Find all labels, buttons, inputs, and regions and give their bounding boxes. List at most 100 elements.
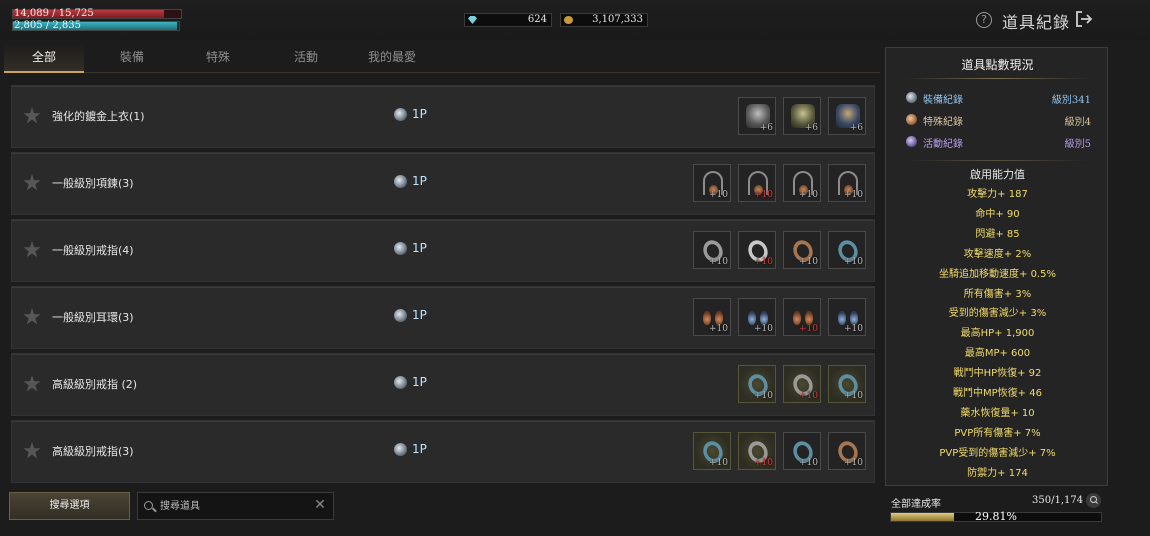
search-options-button[interactable]: 搜尋選項 [9, 492, 130, 520]
gem-currency: 624 [464, 13, 552, 27]
enchant-level: +10 [844, 458, 863, 468]
item-slot[interactable]: +10 [783, 365, 821, 403]
record-row[interactable]: 強化的鍍金上衣(1) 1P +6 +6 +6 [11, 85, 875, 148]
item-slot[interactable]: +10 [693, 298, 731, 336]
gem-icon [468, 16, 477, 24]
enchant-level: +10 [754, 458, 773, 468]
item-slot[interactable]: +10 [693, 164, 731, 202]
stat-line: PVP受到的傷害減少+ 7% [939, 447, 1056, 459]
enchant-level: +10 [709, 324, 728, 334]
gem-amount: 624 [527, 14, 547, 25]
record-points: 1P [412, 308, 427, 322]
enchant-level: +10 [754, 190, 773, 200]
category-tabs: 全部 裝備 特殊 活動 我的最愛 [4, 44, 880, 73]
search-box: ✕ [137, 492, 334, 520]
enchant-level: +10 [799, 257, 818, 267]
item-slot[interactable]: +10 [693, 432, 731, 470]
item-slot[interactable]: +10 [738, 164, 776, 202]
record-level: 級別4 [1064, 117, 1091, 128]
record-points: 1P [412, 174, 427, 188]
item-slot[interactable]: +10 [783, 298, 821, 336]
record-label: 活動紀錄 [923, 139, 963, 150]
tab-2[interactable]: 特殊 [178, 44, 258, 73]
enchant-level: +10 [799, 391, 818, 401]
panel-divider [906, 78, 1089, 79]
favorite-star-icon[interactable] [23, 442, 41, 459]
stat-line: 戰鬥中HP恢復+ 92 [953, 368, 1042, 380]
enchant-level: +10 [799, 324, 818, 334]
stat-line: 最高MP+ 600 [964, 348, 1031, 360]
enchant-level: +10 [754, 257, 773, 267]
item-slot[interactable]: +10 [828, 365, 866, 403]
hp-text: 14,089 / 15,725 [14, 8, 94, 19]
enchant-level: +10 [844, 190, 863, 200]
stat-line: 防禦力+ 174 [967, 467, 1028, 479]
item-slot[interactable]: +6 [828, 97, 866, 135]
favorite-star-icon[interactable] [23, 174, 41, 191]
item-slot[interactable]: +10 [828, 164, 866, 202]
record-summary-event: 活動紀錄 級別5 [906, 134, 1096, 150]
item-points-panel: 道具點數現況 裝備紀錄 級別341 特殊紀錄 級別4 活動紀錄 級別5 啟用能力值 攻擊力… [885, 47, 1108, 486]
tab-4[interactable]: 我的最愛 [352, 44, 432, 73]
point-icon [394, 175, 407, 188]
record-row[interactable]: 高級級別戒指(3) 1P +10 +10 +10 +10 [11, 420, 875, 483]
stat-line: 閃避+ 85 [975, 228, 1020, 240]
item-slot[interactable]: +10 [828, 231, 866, 269]
help-icon[interactable]: ? [976, 12, 992, 28]
record-points: 1P [412, 442, 427, 456]
stat-line: 攻擊速度+ 2% [963, 248, 1032, 260]
item-slot[interactable]: +6 [783, 97, 821, 135]
record-name: 一般級別耳環(3) [52, 311, 134, 324]
item-slot[interactable]: +10 [738, 298, 776, 336]
record-name: 高級級別戒指(3) [52, 445, 134, 458]
search-icon [144, 501, 153, 510]
enchant-level: +10 [844, 391, 863, 401]
tab-1[interactable]: 裝備 [92, 44, 172, 73]
stat-line: 受到的傷害減少+ 3% [948, 308, 1047, 320]
enchant-level: +10 [709, 190, 728, 200]
tab-3[interactable]: 活動 [266, 44, 346, 73]
record-row[interactable]: 一般級別項鍊(3) 1P +10 +10 +10 +10 [11, 152, 875, 215]
stats-title: 啟用能力值 [970, 168, 1025, 181]
item-slot[interactable]: +10 [738, 231, 776, 269]
enchant-level: +10 [754, 391, 773, 401]
enchant-level: +10 [799, 190, 818, 200]
tab-0[interactable]: 全部 [4, 44, 84, 73]
record-row[interactable]: 高級級別戒指 (2) 1P +10 +10 +10 [11, 353, 875, 416]
point-icon [394, 443, 407, 456]
item-slot[interactable]: +6 [738, 97, 776, 135]
progress-percent: 29.81% [975, 510, 1017, 523]
item-slot[interactable]: +10 [738, 432, 776, 470]
stat-line: 所有傷害+ 3% [963, 288, 1032, 300]
stat-line: 坐騎追加移動速度+ 0.5% [939, 268, 1056, 280]
equip-record-icon [906, 92, 917, 103]
clear-icon[interactable]: ✕ [313, 498, 327, 512]
item-slot[interactable]: +10 [828, 432, 866, 470]
item-slot[interactable]: +10 [738, 365, 776, 403]
favorite-star-icon[interactable] [23, 241, 41, 258]
gold-currency: 3,107,333 [560, 13, 648, 27]
record-name: 高級級別戒指 (2) [52, 378, 138, 391]
favorite-star-icon[interactable] [23, 308, 41, 325]
record-row[interactable]: 一般級別戒指(4) 1P +10 +10 +10 +10 [11, 219, 875, 282]
page-title: 道具紀錄 [1002, 13, 1071, 32]
favorite-star-icon[interactable] [23, 107, 41, 124]
favorite-star-icon[interactable] [23, 375, 41, 392]
record-row[interactable]: 一般級別耳環(3) 1P +10 +10 +10 +10 [11, 286, 875, 349]
enchant-level: +6 [759, 123, 773, 133]
gold-coin-icon [564, 16, 573, 24]
record-points: 1P [412, 241, 427, 255]
item-slot[interactable]: +10 [783, 164, 821, 202]
item-slot[interactable]: +10 [783, 231, 821, 269]
panel-title: 道具點數現況 [961, 58, 1034, 72]
panel-divider [906, 160, 1089, 161]
search-input[interactable] [160, 498, 310, 514]
enchant-level: +10 [754, 324, 773, 334]
record-name: 一般級別項鍊(3) [52, 177, 134, 190]
item-slot[interactable]: +10 [783, 432, 821, 470]
exit-icon[interactable] [1075, 10, 1093, 28]
progress-search-icon[interactable] [1086, 493, 1101, 508]
item-slot[interactable]: +10 [828, 298, 866, 336]
record-level: 級別341 [1051, 95, 1091, 106]
item-slot[interactable]: +10 [693, 231, 731, 269]
